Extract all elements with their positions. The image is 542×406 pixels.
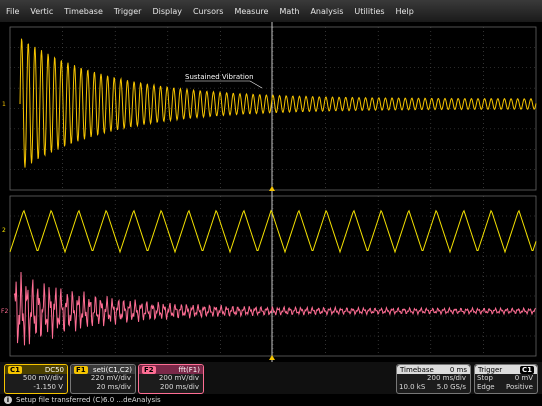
channel-marker-f2: F2 (1, 308, 8, 315)
timebase-tile[interactable]: Timebase 0 ms 200 ms/div 10.0 kS 5.0 GS/… (396, 364, 471, 394)
timebase-scale: 200 ms/div (427, 374, 466, 382)
timebase-delay: 0 ms (449, 365, 467, 374)
menu-bar: File Vertic Timebase Trigger Display Cur… (0, 0, 542, 22)
trigger-row1: Stop 0 mV (475, 374, 537, 383)
timebase-rate: 5.0 GS/s (436, 383, 466, 391)
f1-badge: F1 (74, 365, 88, 374)
menu-help[interactable]: Help (396, 7, 414, 16)
trigger-source-badge: C1 (519, 365, 534, 374)
channel-marker-c1: 1 (2, 101, 6, 108)
c1-scale: 500 mV/div (22, 374, 63, 382)
trace-c1 (19, 38, 537, 168)
menu-display[interactable]: Display (152, 7, 182, 16)
timebase-sampling: 10.0 kS 5.0 GS/s (397, 383, 470, 392)
menu-timebase[interactable]: Timebase (64, 7, 103, 16)
status-message: Setup file transferred (C)6.0 ...deAnaly… (16, 396, 161, 404)
timebase-title: Timebase (400, 365, 434, 374)
menu-vertical[interactable]: Vertic (30, 7, 53, 16)
trigger-row2: Edge Positive (475, 383, 537, 392)
menu-cursors[interactable]: Cursors (193, 7, 223, 16)
annotation-pointer (249, 80, 263, 89)
f2-function: fft(F1) (178, 365, 200, 374)
trigger-title: Trigger (478, 365, 503, 374)
f1-scale: 220 mV/div (90, 374, 131, 382)
c1-badge: C1 (8, 365, 23, 374)
f2-timebase: 200 ms/div (160, 383, 199, 391)
trigger-level: 0 mV (514, 374, 533, 382)
channel-tile-c1[interactable]: C1 DC50 500 mV/div -1.150 V (4, 364, 68, 394)
grid-top (9, 26, 537, 191)
math-tile-f1[interactable]: F1 seti(C1,C2) 220 mV/div 20 ms/div (70, 364, 136, 394)
grid-bottom (9, 195, 537, 357)
menu-analysis[interactable]: Analysis (310, 7, 343, 16)
f2-badge: F2 (142, 365, 156, 374)
math-tile-f2[interactable]: F2 fft(F1) 200 mV/div 200 ms/div (138, 364, 204, 394)
c1-offset: -1.150 V (33, 383, 63, 391)
f2-scale: 200 mV/div (158, 374, 199, 382)
info-icon: i (4, 396, 12, 404)
trigger-slope: Positive (506, 383, 533, 391)
menu-utilities[interactable]: Utilities (354, 7, 384, 16)
waveform-display[interactable]: Sustained Vibration 1 2 F2 (0, 22, 542, 362)
menu-math[interactable]: Math (279, 7, 299, 16)
status-bar: i Setup file transferred (C)6.0 ...deAna… (0, 394, 542, 406)
menu-file[interactable]: File (6, 7, 19, 16)
trigger-tile[interactable]: Trigger C1 Stop 0 mV Edge Positive (474, 364, 538, 394)
trace-f2 (13, 271, 536, 346)
trigger-marker-top (269, 186, 275, 191)
menu-measure[interactable]: Measure (234, 7, 268, 16)
f1-function: seti(C1,C2) (92, 365, 132, 374)
channel-marker-c2: 2 (2, 227, 6, 234)
timebase-samples: 10.0 kS (399, 383, 426, 391)
c1-coupling: DC50 (44, 365, 64, 374)
f1-timebase: 20 ms/div (96, 383, 132, 391)
trigger-type: Edge (477, 383, 495, 391)
trigger-mode: Stop (477, 374, 493, 382)
annotation-label: Sustained Vibration (185, 73, 254, 81)
menu-trigger[interactable]: Trigger (114, 7, 142, 16)
